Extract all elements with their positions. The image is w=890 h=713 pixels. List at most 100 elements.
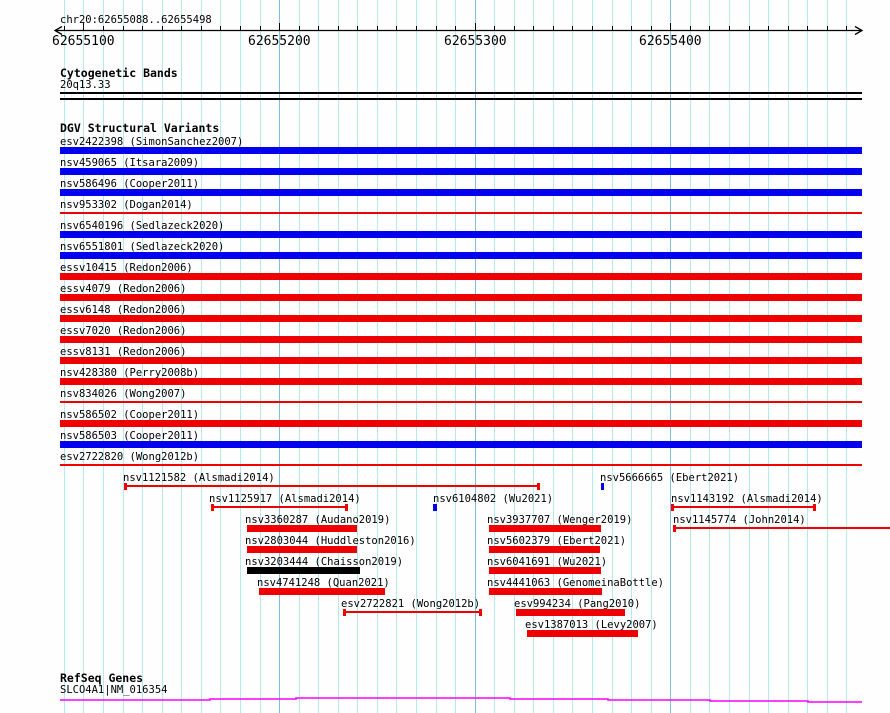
ruler-minor-tick xyxy=(651,26,652,30)
variant-bar[interactable] xyxy=(60,189,862,196)
ruler-minor-tick xyxy=(749,26,750,30)
ruler-minor-tick xyxy=(709,26,710,30)
ruler-minor-tick xyxy=(494,26,495,30)
variant-bar[interactable] xyxy=(60,231,862,238)
variant-label[interactable]: esv2722821 (Wong2012b) xyxy=(341,598,480,611)
ruler-major-tick xyxy=(279,23,280,30)
variant-range-line[interactable] xyxy=(124,485,540,487)
variant-bar[interactable] xyxy=(247,525,357,532)
ruler-minor-tick xyxy=(455,26,456,30)
ruler-tick-label: 62655400 xyxy=(639,34,702,49)
ruler-minor-tick xyxy=(142,26,143,30)
ruler-minor-tick xyxy=(533,26,534,30)
variant-label[interactable]: nsv834026 (Wong2007) xyxy=(60,388,186,401)
ruler-minor-tick xyxy=(846,26,847,30)
variant-bar[interactable] xyxy=(60,315,862,322)
variant-label[interactable]: nsv1125917 (Alsmadi2014) xyxy=(209,493,361,506)
ruler-tick-label: 62655100 xyxy=(52,34,115,49)
ruler-minor-tick xyxy=(416,26,417,30)
ruler-minor-tick xyxy=(299,26,300,30)
ruler-minor-tick xyxy=(788,26,789,30)
variant-range-line[interactable] xyxy=(343,611,482,613)
variant-range-right-cap[interactable] xyxy=(537,483,540,490)
ruler-minor-tick xyxy=(357,26,358,30)
ruler-minor-tick xyxy=(338,26,339,30)
ruler-minor-tick xyxy=(553,26,554,30)
ruler-minor-tick xyxy=(514,26,515,30)
variant-bar[interactable] xyxy=(60,441,862,448)
ruler-major-tick xyxy=(83,23,84,30)
ruler-minor-tick xyxy=(631,26,632,30)
variant-bar[interactable] xyxy=(60,252,862,259)
variant-line[interactable] xyxy=(60,212,862,214)
variant-label[interactable]: nsv1143192 (Alsmadi2014) xyxy=(671,493,823,506)
gene-label[interactable]: SLCO4A1|NM_016354 xyxy=(60,684,167,697)
ruler-minor-tick xyxy=(572,26,573,30)
ruler-minor-tick xyxy=(103,26,104,30)
variant-line[interactable] xyxy=(60,401,862,403)
ruler-tick-label: 62655300 xyxy=(444,34,507,49)
variant-bar[interactable] xyxy=(60,336,862,343)
variant-range-right-cap[interactable] xyxy=(813,504,816,511)
ruler-minor-tick xyxy=(592,26,593,30)
ruler-major-tick xyxy=(670,23,671,30)
variant-bar[interactable] xyxy=(259,588,385,595)
variant-range-left-cap[interactable] xyxy=(671,504,674,511)
variant-range-line[interactable] xyxy=(671,506,816,508)
variant-bar[interactable] xyxy=(60,273,862,280)
variant-bar[interactable] xyxy=(247,567,360,574)
ruler-minor-tick xyxy=(123,26,124,30)
variant-bar[interactable] xyxy=(489,588,602,595)
ruler-minor-tick xyxy=(240,26,241,30)
variant-range-left-cap[interactable] xyxy=(673,525,676,532)
ruler-minor-tick xyxy=(260,26,261,30)
cytogenetic-band-label: 20q13.33 xyxy=(60,79,111,91)
variant-bar[interactable] xyxy=(60,420,862,427)
ruler-minor-tick xyxy=(220,26,221,30)
variant-label[interactable]: nsv5666665 (Ebert2021) xyxy=(600,472,739,485)
variant-bar[interactable] xyxy=(516,609,625,616)
ruler-minor-tick xyxy=(377,26,378,30)
variant-bar[interactable] xyxy=(489,567,601,574)
variant-bar[interactable] xyxy=(60,168,862,175)
ruler-minor-tick xyxy=(181,26,182,30)
ruler-minor-tick xyxy=(64,26,65,30)
variant-label[interactable]: nsv1121582 (Alsmadi2014) xyxy=(123,472,275,485)
ruler-minor-tick xyxy=(162,26,163,30)
ruler-minor-tick xyxy=(768,26,769,30)
variant-range-right-cap[interactable] xyxy=(479,609,482,616)
variant-line[interactable] xyxy=(60,464,862,466)
variant-bar[interactable] xyxy=(527,630,638,637)
ruler-tick-label: 62655200 xyxy=(248,34,311,49)
variant-bar[interactable] xyxy=(489,546,600,553)
variant-label[interactable]: esv2722820 (Wong2012b) xyxy=(60,451,199,464)
variant-label[interactable]: nsv953302 (Dogan2014) xyxy=(60,199,193,212)
variant-range-left-cap[interactable] xyxy=(211,504,214,511)
variant-range-line[interactable] xyxy=(211,506,348,508)
variant-bar[interactable] xyxy=(60,378,862,385)
ruler-minor-tick xyxy=(318,26,319,30)
ruler-minor-tick xyxy=(690,26,691,30)
variant-bar[interactable] xyxy=(60,357,862,364)
ruler-minor-tick xyxy=(396,26,397,30)
variant-range-left-cap[interactable] xyxy=(343,609,346,616)
variant-bar[interactable] xyxy=(60,147,862,154)
variant-range-right-cap[interactable] xyxy=(345,504,348,511)
variant-tick-mark[interactable] xyxy=(433,504,437,511)
variant-label[interactable]: nsv1145774 (John2014) xyxy=(673,514,806,527)
cytogenetic-band-track xyxy=(60,92,862,100)
ruler-minor-tick xyxy=(436,26,437,30)
dgv-track-title: DGV Structural Variants xyxy=(60,121,220,135)
variant-tick-mark[interactable] xyxy=(601,483,604,490)
variant-label[interactable]: nsv6104802 (Wu2021) xyxy=(433,493,553,506)
variant-bar[interactable] xyxy=(489,525,601,532)
ruler-minor-tick xyxy=(807,26,808,30)
variant-range-line[interactable] xyxy=(673,527,890,529)
variant-bar[interactable] xyxy=(247,546,357,553)
ruler-minor-tick xyxy=(612,26,613,30)
variant-range-left-cap[interactable] xyxy=(124,483,127,490)
genome-browser-canvas: chr20:62655088..62655498 62655100 6265520… xyxy=(0,0,890,713)
ruler-minor-tick xyxy=(729,26,730,30)
ruler-minor-tick xyxy=(201,26,202,30)
variant-bar[interactable] xyxy=(60,294,862,301)
